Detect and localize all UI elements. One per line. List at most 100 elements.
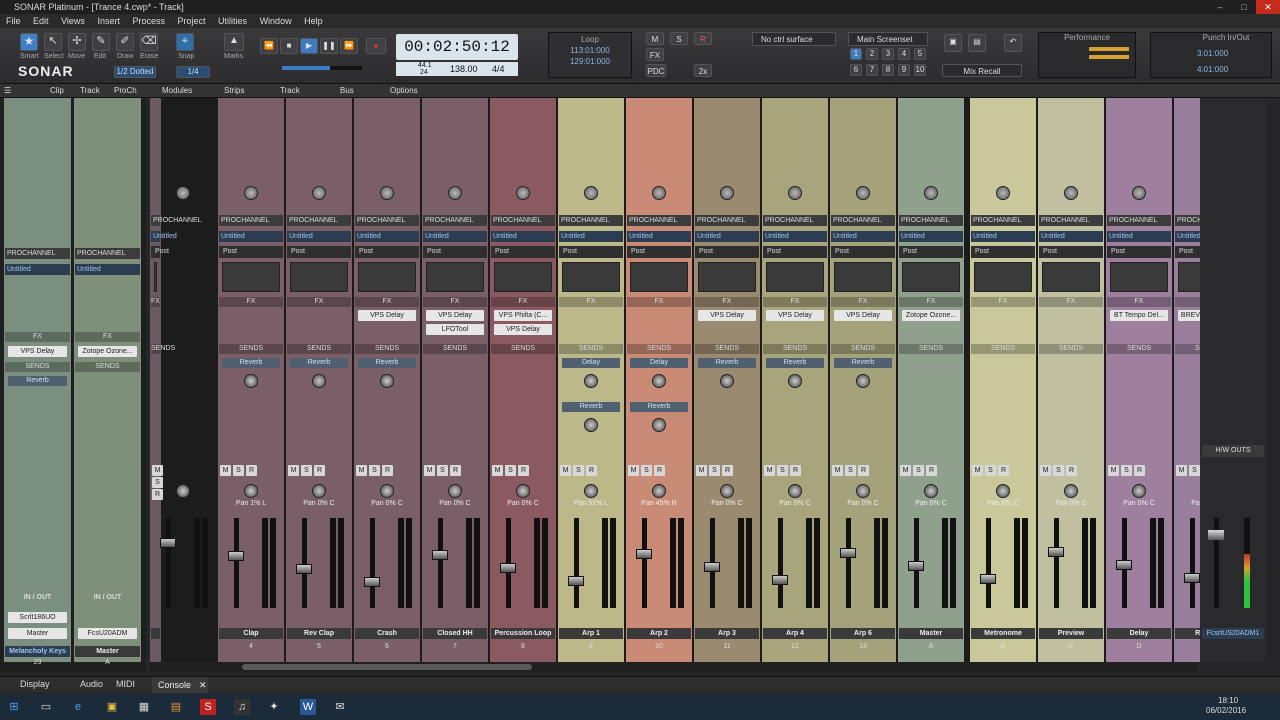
volume-fader[interactable] bbox=[1190, 518, 1195, 608]
pan-knob[interactable] bbox=[652, 484, 666, 498]
arm-button[interactable]: R bbox=[790, 465, 801, 476]
solo-button[interactable]: S bbox=[709, 465, 720, 476]
fx-slot[interactable]: Zotope Ozone... bbox=[902, 310, 960, 321]
fx-button[interactable]: FX bbox=[646, 48, 664, 61]
pin-icon[interactable]: ✦ bbox=[266, 699, 282, 715]
pdc-button[interactable]: PDC bbox=[646, 64, 666, 77]
track-name[interactable]: Arp 3 bbox=[695, 628, 759, 639]
volume-fader[interactable] bbox=[370, 518, 375, 608]
eq-display[interactable] bbox=[290, 262, 348, 292]
hw-fader-cap[interactable] bbox=[1208, 530, 1224, 540]
punch-start[interactable]: 3:01:000 bbox=[1197, 49, 1228, 58]
send-level-knob[interactable] bbox=[652, 374, 666, 388]
draw-tool-icon[interactable]: ✐ bbox=[116, 33, 134, 51]
send-slot[interactable]: Reverb bbox=[8, 376, 67, 386]
prochannel-header[interactable]: PROCHANNEL bbox=[1039, 215, 1103, 226]
track-name[interactable]: Preview bbox=[1039, 628, 1103, 639]
prochannel-header[interactable]: PROCHANNEL bbox=[287, 215, 351, 226]
prochannel-header[interactable]: PROCHANNEL bbox=[75, 248, 140, 259]
send-slot[interactable]: Reverb bbox=[222, 358, 280, 368]
arm-button[interactable]: R bbox=[518, 465, 529, 476]
pan-knob[interactable] bbox=[516, 484, 530, 498]
pan-knob[interactable] bbox=[312, 484, 326, 498]
tab-console[interactable]: Console ✕ bbox=[152, 677, 208, 693]
eq-display[interactable] bbox=[974, 262, 1032, 292]
prochannel-preset[interactable]: Untitled bbox=[1107, 231, 1171, 242]
track-name[interactable]: Arp 4 bbox=[763, 628, 827, 639]
eq-display[interactable] bbox=[1042, 262, 1100, 292]
2x-button[interactable]: 2x bbox=[694, 64, 712, 77]
screenset-6[interactable]: 6 bbox=[850, 64, 862, 76]
prochannel-preset[interactable]: Untitled bbox=[219, 231, 283, 242]
fader-cap[interactable] bbox=[432, 550, 448, 560]
mute-button[interactable]: M bbox=[972, 465, 983, 476]
fx-slot[interactable]: VPS Delay bbox=[426, 310, 484, 321]
fader-cap[interactable] bbox=[364, 577, 380, 587]
mute-button[interactable]: M bbox=[764, 465, 775, 476]
inspector-tab-track[interactable]: Track bbox=[80, 84, 100, 98]
store-icon[interactable]: ▦ bbox=[136, 699, 152, 715]
menu-edit[interactable]: Edit bbox=[33, 16, 49, 26]
scrollbar-thumb[interactable] bbox=[242, 664, 532, 670]
prochannel-header[interactable]: PROCHANNEL bbox=[899, 215, 963, 226]
fx-slot[interactable]: VPS Philta (C... bbox=[494, 310, 552, 321]
marks-icon[interactable]: ▲ bbox=[224, 33, 244, 51]
screenset-10[interactable]: 10 bbox=[914, 64, 926, 76]
eq-display[interactable] bbox=[1110, 262, 1168, 292]
pan-knob[interactable] bbox=[856, 484, 870, 498]
post-button[interactable]: Post bbox=[287, 246, 351, 258]
fx-slot[interactable]: VPS Delay bbox=[494, 324, 552, 335]
fader-cap[interactable] bbox=[840, 548, 856, 558]
eq-display[interactable] bbox=[698, 262, 756, 292]
prochannel-header[interactable]: PROCHANNEL bbox=[695, 215, 759, 226]
post-button[interactable]: Post bbox=[1039, 246, 1103, 258]
eq-display[interactable] bbox=[834, 262, 892, 292]
folder-icon[interactable]: ▤ bbox=[168, 699, 184, 715]
send-level-knob[interactable] bbox=[380, 374, 394, 388]
menu-insert[interactable]: Insert bbox=[97, 16, 120, 26]
post-button[interactable]: Post bbox=[971, 246, 1035, 258]
menu-strips[interactable]: Strips bbox=[224, 84, 244, 98]
edge-icon[interactable]: e bbox=[70, 699, 86, 715]
prochannel-preset[interactable]: Untitled bbox=[423, 231, 487, 242]
mute-button[interactable]: M bbox=[288, 465, 299, 476]
fx-slot[interactable]: VPS Delay bbox=[8, 346, 67, 357]
gain-knob[interactable] bbox=[584, 186, 598, 200]
mute-button[interactable]: M bbox=[646, 32, 664, 45]
start-icon[interactable]: ⊞ bbox=[6, 699, 22, 715]
fx-slot[interactable]: Zotope Ozone... bbox=[78, 346, 137, 357]
arm-button[interactable]: R bbox=[382, 465, 393, 476]
volume-fader[interactable] bbox=[302, 518, 307, 608]
post-button[interactable]: Post bbox=[899, 246, 963, 258]
maximize-icon[interactable]: □ bbox=[1232, 0, 1256, 14]
pause-icon[interactable]: ❚❚ bbox=[320, 38, 338, 54]
pan-knob[interactable] bbox=[788, 484, 802, 498]
fader-cap[interactable] bbox=[1048, 547, 1064, 557]
fx-slot[interactable]: VPS Delay bbox=[766, 310, 824, 321]
meter-value[interactable]: 4/4 bbox=[492, 62, 505, 76]
solo-button[interactable]: S bbox=[152, 477, 163, 488]
fx-slot[interactable]: BT Tempo Del... bbox=[1110, 310, 1168, 321]
close-icon[interactable]: ✕ bbox=[1256, 0, 1280, 14]
post-button[interactable]: Post bbox=[423, 246, 487, 258]
send-slot[interactable]: Reverb bbox=[698, 358, 756, 368]
pan-knob[interactable] bbox=[244, 484, 258, 498]
prochannel-preset[interactable]: Untitled bbox=[971, 231, 1035, 242]
pan-knob[interactable] bbox=[996, 484, 1010, 498]
post-button[interactable]: Post bbox=[831, 246, 895, 258]
send-slot[interactable]: Reverb bbox=[630, 402, 688, 412]
erase-tool-icon[interactable]: ⌫ bbox=[140, 33, 158, 51]
gain-knob[interactable] bbox=[1064, 186, 1078, 200]
track-name[interactable]: Clap bbox=[219, 628, 283, 639]
play-icon[interactable]: ▶ bbox=[300, 38, 318, 54]
volume-fader[interactable] bbox=[642, 518, 647, 608]
output-select[interactable]: FcsU20ADM bbox=[78, 628, 137, 639]
select-tool-icon[interactable]: ↖ bbox=[44, 33, 62, 51]
prochannel-header[interactable]: PROCHANNEL bbox=[491, 215, 555, 226]
mute-button[interactable]: M bbox=[220, 465, 231, 476]
prochannel-preset[interactable]: Untitled bbox=[763, 231, 827, 242]
mix-recall-select[interactable]: Mix Recall bbox=[942, 64, 1022, 77]
post-button[interactable]: Post bbox=[1107, 246, 1171, 258]
track-name[interactable]: Master bbox=[75, 646, 140, 657]
prochannel-header[interactable]: PROCHANNEL bbox=[559, 215, 623, 226]
